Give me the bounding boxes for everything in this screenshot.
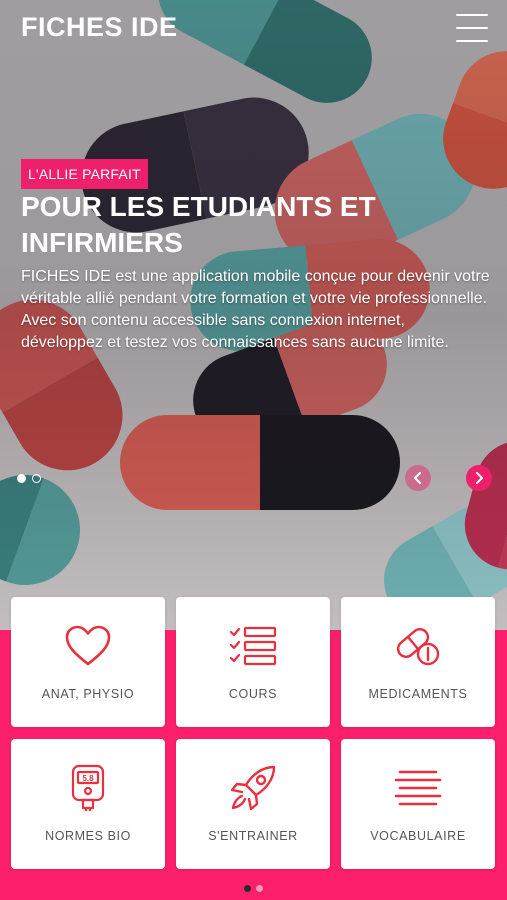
hero-badge: L'ALLIE PARFAIT bbox=[21, 159, 148, 189]
tile-label: ANAT, PHYSIO bbox=[41, 687, 135, 701]
tile-medicaments[interactable]: MEDICAMENTS bbox=[341, 597, 495, 727]
slide-dot[interactable] bbox=[17, 474, 26, 483]
menu-icon[interactable] bbox=[456, 14, 488, 42]
svg-text:5.8: 5.8 bbox=[82, 774, 94, 783]
hero-description: FICHES IDE est une application mobile co… bbox=[21, 268, 490, 351]
checklist-icon bbox=[228, 621, 278, 671]
tile-cours[interactable]: COURS bbox=[176, 597, 330, 727]
slide-indicator bbox=[17, 474, 41, 483]
tile-vocabulaire[interactable]: VOCABULAIRE bbox=[341, 739, 495, 869]
tile-label: S'ENTRAINER bbox=[208, 829, 298, 843]
heart-icon bbox=[64, 621, 112, 671]
chevron-left-icon bbox=[414, 472, 421, 484]
hero-headline: POUR LES ETUDIANTS ET INFIRMIERS bbox=[21, 191, 376, 258]
page-dot[interactable] bbox=[256, 885, 263, 892]
tile-sentrainer[interactable]: S'ENTRAINER bbox=[176, 739, 330, 869]
tile-normes-bio[interactable]: 5.8 NORMES BIO bbox=[11, 739, 165, 869]
previous-slide-button[interactable] bbox=[405, 465, 431, 491]
glucometer-icon: 5.8 bbox=[70, 763, 106, 813]
rocket-icon bbox=[228, 763, 278, 813]
pill-icon bbox=[393, 621, 443, 671]
text-lines-icon bbox=[394, 763, 442, 813]
tile-label: MEDICAMENTS bbox=[368, 687, 468, 701]
tile-label: COURS bbox=[228, 687, 278, 701]
hero-banner: FICHES IDE L'ALLIE PARFAIT POUR LES ETUD… bbox=[0, 0, 507, 630]
app-title: FICHES IDE bbox=[21, 12, 178, 42]
tile-label: VOCABULAIRE bbox=[370, 829, 466, 843]
slide-dot[interactable] bbox=[32, 474, 41, 483]
tile-label: NORMES BIO bbox=[45, 829, 131, 843]
page-dot[interactable] bbox=[244, 885, 251, 892]
tile-anat-physio[interactable]: ANAT, PHYSIO bbox=[11, 597, 165, 727]
chevron-right-icon bbox=[476, 472, 483, 484]
next-slide-button[interactable] bbox=[466, 465, 492, 491]
category-grid: ANAT, PHYSIO COURS MEDICAMENTS 5.8 NORME… bbox=[11, 597, 496, 869]
page-indicator bbox=[244, 885, 263, 892]
